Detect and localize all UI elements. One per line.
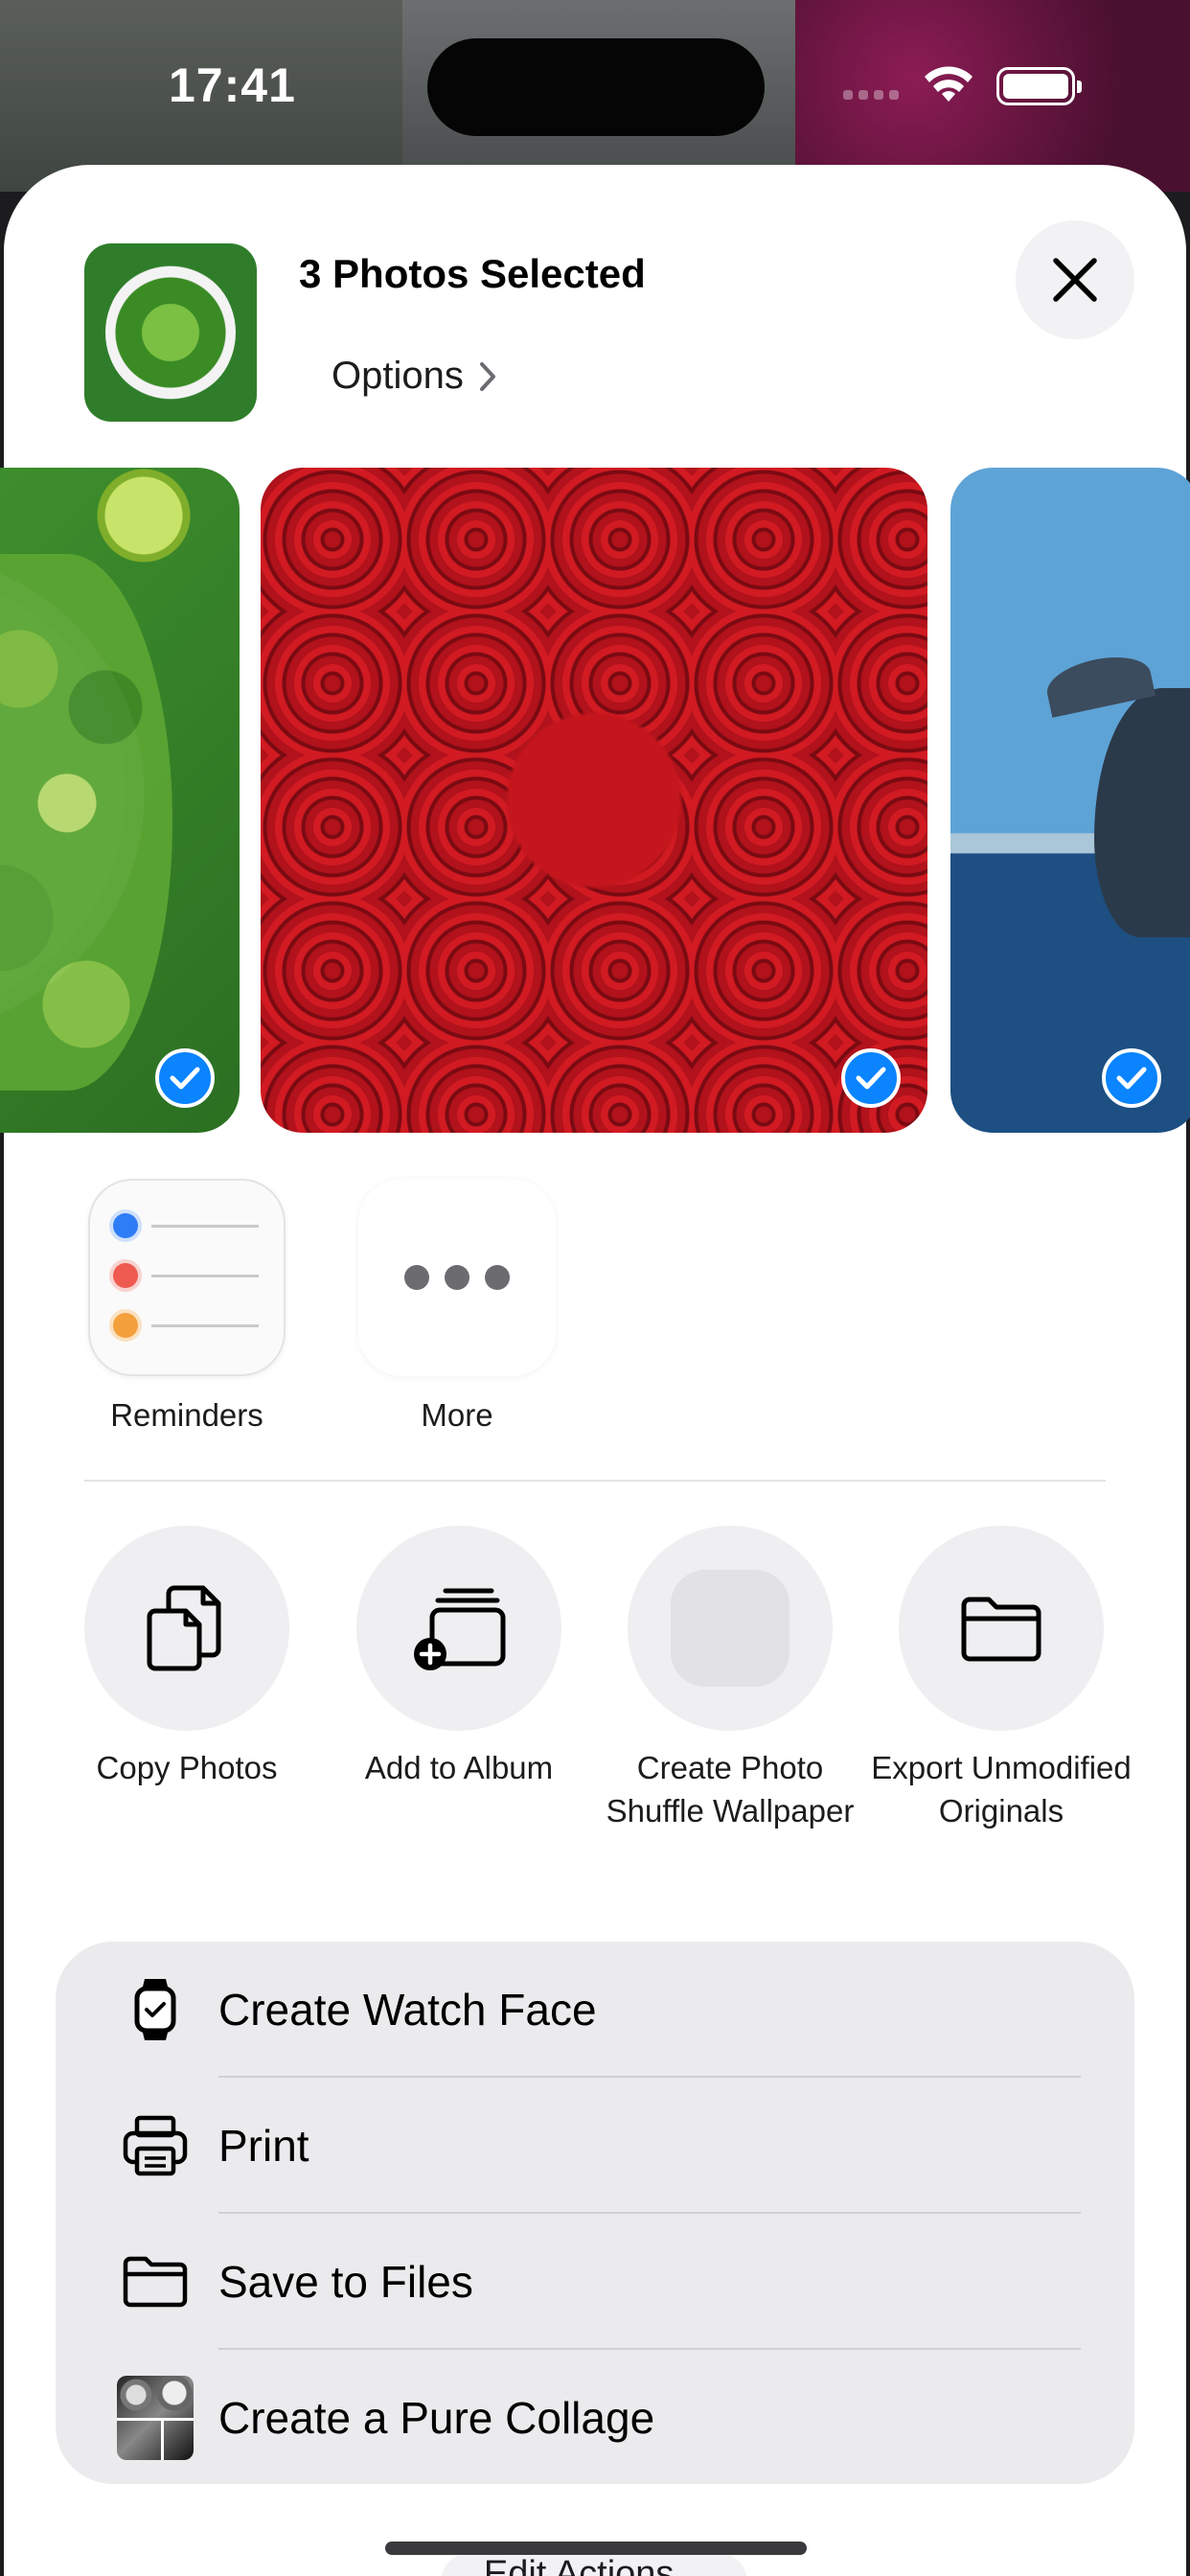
- options-button[interactable]: Options: [332, 355, 496, 398]
- printer-icon: [117, 2107, 194, 2184]
- selected-checkmark-icon[interactable]: [155, 1048, 215, 1108]
- list-item-label: Save to Files: [218, 2257, 473, 2307]
- copy-photos-button[interactable]: [84, 1526, 289, 1731]
- copy-icon: [147, 1585, 221, 1671]
- cellular-signal-icon: [843, 90, 899, 100]
- selection-thumbnail: [84, 243, 257, 422]
- home-indicator: [385, 2542, 807, 2555]
- edit-actions-button[interactable]: Edit Actions...: [441, 2553, 747, 2576]
- list-item-label: Create Watch Face: [218, 1985, 597, 2035]
- photo-roses[interactable]: [261, 468, 927, 1133]
- close-icon: [1053, 258, 1097, 302]
- more-label: More: [421, 1397, 493, 1433]
- list-item-label: Create a Pure Collage: [218, 2393, 655, 2443]
- add-to-album-button[interactable]: [356, 1526, 561, 1731]
- chevron-right-icon: [479, 361, 495, 391]
- copy-photos-label: Copy Photos: [96, 1750, 278, 1785]
- section-divider: [84, 1480, 1106, 1482]
- dynamic-island: [427, 38, 765, 136]
- list-item-print[interactable]: Print: [56, 2078, 1134, 2214]
- close-button[interactable]: [1016, 220, 1134, 339]
- list-item-create-watch-face[interactable]: Create Watch Face: [56, 1942, 1134, 2078]
- wallpaper-placeholder-icon: [671, 1570, 790, 1687]
- selected-checkmark-icon[interactable]: [1102, 1048, 1161, 1108]
- folder-icon: [117, 2243, 194, 2320]
- battery-icon: [996, 67, 1082, 105]
- watch-icon: [117, 1971, 194, 2048]
- selected-checkmark-icon[interactable]: [841, 1048, 901, 1108]
- reminders-label: Reminders: [110, 1397, 263, 1433]
- add-album-icon: [414, 1588, 506, 1670]
- folder-icon: [961, 1597, 1041, 1662]
- list-item-create-pure-collage[interactable]: Create a Pure Collage: [56, 2350, 1134, 2484]
- list-item-save-to-files[interactable]: Save to Files: [56, 2214, 1134, 2350]
- photo-salad[interactable]: [0, 468, 240, 1133]
- wifi-icon: [925, 66, 973, 102]
- collage-app-icon: [117, 2376, 194, 2460]
- share-sheet-screen: 17:41 3 Photos Selected Options Reminder…: [0, 0, 1190, 2576]
- export-originals-button[interactable]: [899, 1526, 1104, 1731]
- more-icon: [404, 1265, 429, 1290]
- list-item-label: Print: [218, 2121, 309, 2171]
- photo-whale[interactable]: [950, 468, 1190, 1133]
- selection-title: 3 Photos Selected: [299, 251, 646, 296]
- photo-shuffle-wallpaper-button[interactable]: [628, 1526, 833, 1731]
- add-to-album-label: Add to Album: [364, 1750, 554, 1785]
- photo-shuffle-wallpaper-label: Create Photo Shuffle Wallpaper: [606, 1750, 855, 1828]
- actions-list: Create Watch Face Print Save to Files Cr…: [56, 1942, 1134, 2484]
- export-originals-label: Export Unmodified Originals: [871, 1750, 1132, 1828]
- status-time: 17:41: [169, 58, 296, 112]
- options-label: Options: [332, 355, 464, 397]
- reminders-app-button[interactable]: [88, 1179, 286, 1376]
- more-apps-button[interactable]: [358, 1179, 556, 1376]
